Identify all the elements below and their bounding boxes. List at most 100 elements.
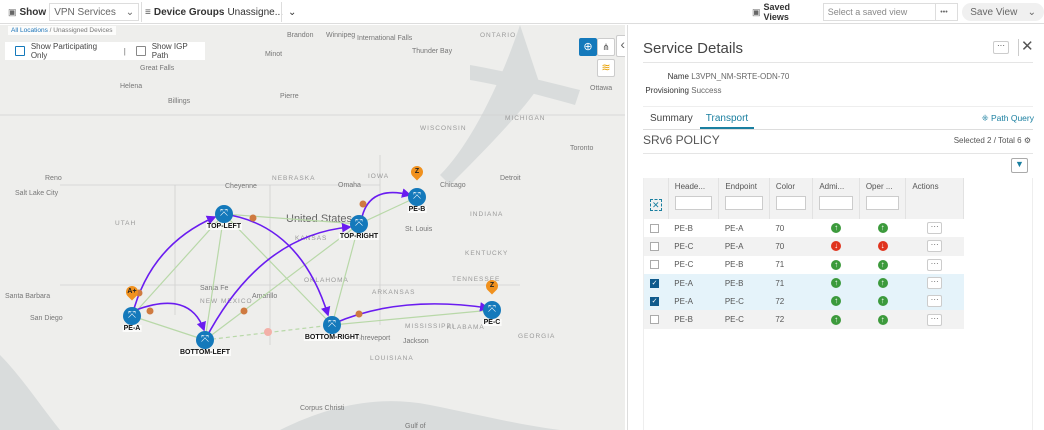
close-icon[interactable]: ✕: [1021, 37, 1034, 55]
status-up-icon: ↑: [877, 314, 888, 325]
srv6-path[interactable]: [361, 188, 412, 218]
row-checkbox[interactable]: [650, 260, 659, 270]
srv6-path[interactable]: [131, 215, 217, 317]
saved-view-more-button[interactable]: •••: [936, 3, 959, 21]
column-header-endpoint[interactable]: Endpoint: [725, 182, 757, 191]
igp-link[interactable]: [131, 315, 206, 341]
igp-link[interactable]: [204, 213, 225, 341]
map-options: Show Participating Only | Show IGP Path: [5, 42, 205, 60]
filter-icon[interactable]: ▼: [1011, 158, 1028, 173]
show-select[interactable]: VPN Services ⌄: [49, 3, 140, 21]
row-checkbox[interactable]: [650, 242, 659, 252]
table-row[interactable]: PE-B PE-A 70 ↑ ↑ ···: [644, 219, 964, 238]
row-checkbox[interactable]: ✓: [650, 297, 659, 307]
show-label: Show: [19, 6, 47, 18]
column-header-oper[interactable]: Oper ...: [866, 182, 893, 191]
path-midpoint[interactable]: [355, 310, 363, 318]
status-up-icon: ↑: [877, 259, 888, 270]
srv6-policy-table: ✕ Heade... Endpoint Color Admi... Oper .…: [644, 178, 964, 329]
globe-icon[interactable]: ⊕: [579, 38, 597, 56]
table-row[interactable]: ✓ PE-A PE-B 71 ↑ ↑ ···: [644, 273, 964, 293]
table-row[interactable]: ✓ PE-A PE-C 72 ↑ ↑ ···: [644, 292, 964, 311]
divider: [141, 2, 142, 22]
router-label: PE-A: [122, 325, 142, 332]
table-row[interactable]: PE-C PE-A 70 ↓ ↓ ···: [644, 237, 964, 256]
endpoint-cell: PE-A: [724, 241, 744, 251]
divider: |: [123, 46, 126, 56]
topology-view-icon[interactable]: ⋔: [597, 38, 615, 56]
marker-label: Z: [489, 282, 495, 289]
gear-icon[interactable]: ⚙: [1024, 136, 1031, 145]
path-query-link[interactable]: ⁜ Path Query: [982, 113, 1035, 124]
divider: [643, 106, 1033, 107]
row-actions-button[interactable]: ···: [927, 258, 943, 271]
row-checkbox[interactable]: [650, 315, 659, 325]
router-node[interactable]: ⤧: [483, 301, 501, 319]
endpoint-cell: PE-C: [724, 296, 744, 306]
more-icon: •••: [940, 8, 948, 16]
color-cell: 71: [775, 260, 785, 270]
endpoint-filter-input[interactable]: [725, 196, 763, 210]
color-filter-input[interactable]: [775, 196, 807, 210]
destination-marker: Z: [408, 163, 426, 181]
status-up-icon: ↑: [831, 259, 842, 270]
row-actions-button[interactable]: ···: [927, 240, 943, 253]
row-actions-button[interactable]: ···: [927, 277, 943, 290]
show-participating-label: Show Participating Only: [30, 42, 98, 60]
selection-count: Selected 2 / Total 6 ⚙: [954, 136, 1031, 145]
router-node[interactable]: ⤧: [123, 307, 141, 325]
collapse-panel-button[interactable]: ‹›: [616, 35, 625, 57]
router-node[interactable]: ⤧: [408, 188, 426, 206]
path-midpoint[interactable]: [146, 307, 154, 315]
row-actions-button[interactable]: ···: [927, 313, 943, 326]
row-actions-button[interactable]: ···: [927, 295, 943, 308]
igp-link[interactable]: [223, 213, 333, 326]
layers-icon[interactable]: ≋: [597, 59, 615, 77]
row-checkbox[interactable]: ✓: [650, 278, 659, 288]
status-up-icon: ↑: [831, 296, 842, 307]
show-igp-checkbox[interactable]: [135, 46, 146, 56]
color-cell: 72: [775, 296, 785, 306]
link-down-icon: [264, 328, 272, 336]
column-header-admin[interactable]: Admi...: [819, 182, 844, 191]
device-groups-select[interactable]: ≡ Device Groups Unassigne... ⌄: [145, 3, 296, 21]
headend-filter-input[interactable]: [674, 196, 713, 210]
path-midpoint[interactable]: [249, 214, 257, 222]
provisioning-label: Provisioning: [645, 86, 689, 95]
endpoint-cell: PE-B: [724, 260, 744, 270]
router-node[interactable]: ⤧: [350, 215, 368, 233]
srv6-path[interactable]: [135, 302, 206, 332]
divider: [281, 2, 282, 22]
saved-view-placeholder: Select a saved view: [827, 7, 908, 17]
panel-more-button[interactable]: ···: [993, 41, 1009, 54]
device-groups-value: Unassigne...: [227, 6, 284, 18]
clear-selection-icon[interactable]: ✕: [650, 199, 662, 211]
path-midpoint[interactable]: [240, 307, 248, 315]
router-label: PE-C: [482, 319, 502, 326]
router-node[interactable]: ⤧: [196, 331, 214, 349]
router-node[interactable]: ⤧: [323, 316, 341, 334]
router-node[interactable]: ⤧: [215, 205, 233, 223]
show-igp-label: Show IGP Path: [151, 42, 188, 60]
show-participating-checkbox[interactable]: [15, 46, 25, 56]
oper-filter-input[interactable]: [865, 196, 900, 210]
selection-text: Selected 2 / Total 6: [953, 136, 1022, 145]
endpoint-cell: PE-A: [724, 223, 744, 233]
topology-map[interactable]: All Locations / Unassigned Devices Brand…: [0, 25, 625, 430]
show-group: ▣ Show VPN Services ⌄: [8, 3, 140, 21]
path-midpoint[interactable]: [359, 200, 367, 208]
table-row[interactable]: PE-C PE-B 71 ↑ ↑ ···: [644, 255, 964, 274]
status-down-icon: ↓: [877, 241, 888, 252]
tab-transport[interactable]: Transport: [700, 113, 754, 129]
tab-summary[interactable]: Summary: [650, 113, 693, 124]
admin-filter-input[interactable]: [819, 196, 853, 210]
status-up-icon: ↑: [877, 296, 888, 307]
row-checkbox[interactable]: [650, 223, 659, 233]
section-title: SRv6 POLICY: [643, 133, 720, 147]
table-row[interactable]: PE-B PE-C 72 ↑ ↑ ···: [644, 310, 964, 329]
saved-view-input[interactable]: Select a saved view: [822, 3, 937, 21]
column-header-color[interactable]: Color: [776, 182, 795, 191]
column-header-headend[interactable]: Heade...: [675, 182, 705, 191]
row-actions-button[interactable]: ···: [927, 222, 943, 235]
save-view-button[interactable]: Save View ⌄: [962, 3, 1044, 21]
